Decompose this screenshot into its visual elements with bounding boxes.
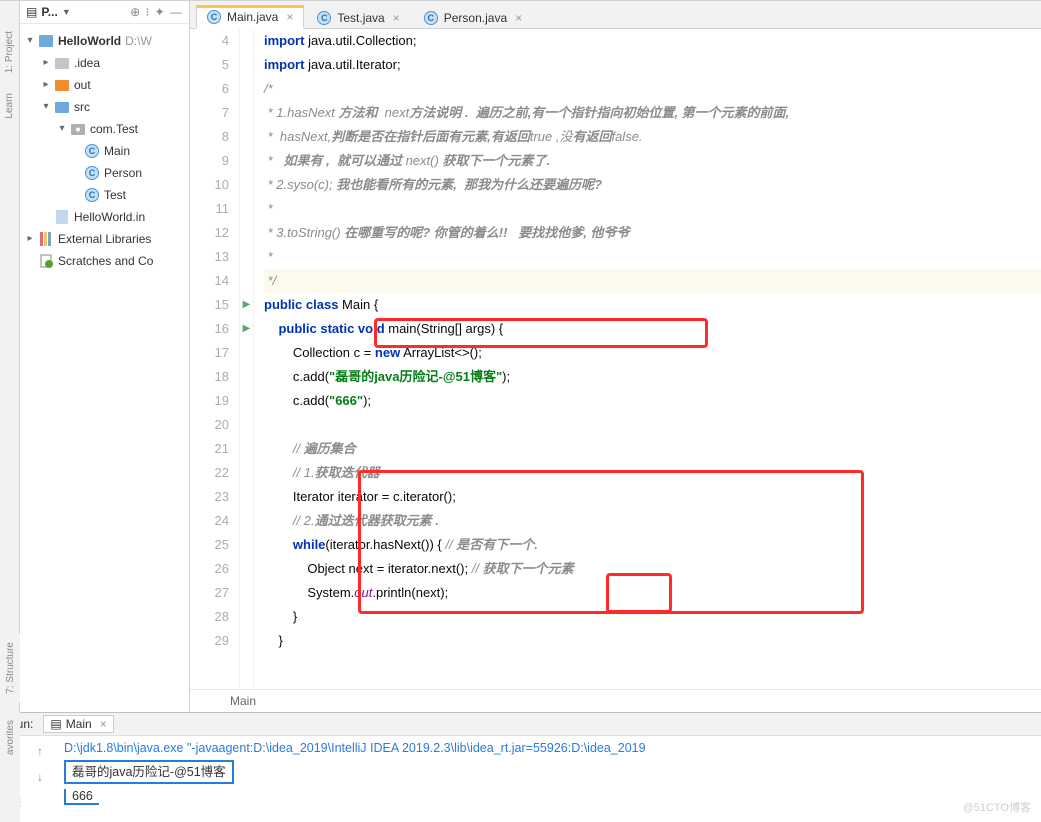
down-button[interactable]: ↓ — [28, 766, 52, 788]
module-name: HelloWorld — [58, 30, 121, 52]
watermark: @51CTO博客 — [963, 798, 1031, 818]
package-icon — [70, 121, 86, 137]
code-content[interactable]: import java.util.Collection;import java.… — [254, 29, 1041, 689]
class-icon: C — [424, 11, 438, 25]
output-line: 666 — [64, 789, 99, 805]
module-icon — [38, 33, 54, 49]
class-icon: C — [207, 10, 221, 24]
tree-item[interactable]: ▸ External Libraries — [24, 228, 189, 250]
tree-item[interactable]: C Person — [24, 162, 189, 184]
project-tree[interactable]: ▾ HelloWorld D:\W ▸ .idea ▸ out ▾ src — [20, 24, 189, 278]
scratches-icon — [38, 253, 54, 269]
tab-label: Main.java — [227, 10, 278, 24]
run-command: D:\jdk1.8\bin\java.exe "-javaagent:D:\id… — [64, 738, 1033, 758]
tree-label: HelloWorld.in — [74, 206, 145, 228]
tab-test-java[interactable]: C Test.java × — [306, 6, 410, 29]
editor-tabs: C Main.java × C Test.java × C Person.jav… — [190, 1, 1041, 29]
run-config-name: Main — [66, 717, 92, 731]
tree-root[interactable]: ▾ HelloWorld D:\W — [24, 30, 189, 52]
tab-label: Person.java — [444, 11, 507, 25]
tree-item[interactable]: ▾ com.Test — [24, 118, 189, 140]
tree-item[interactable]: ▸ out — [24, 74, 189, 96]
tree-label: Person — [104, 162, 142, 184]
up-button[interactable]: ↑ — [28, 740, 52, 762]
run-config[interactable]: ▤ Main × — [43, 715, 113, 733]
project-combo-label: P... — [41, 5, 57, 19]
output-line: 磊哥的java历险记-@51博客 — [64, 760, 234, 784]
tree-item[interactable]: ▾ src — [24, 96, 189, 118]
tab-label: Test.java — [337, 11, 384, 25]
chevron-right-icon[interactable]: ▸ — [40, 52, 52, 74]
chevron-down-icon[interactable]: ▾ — [40, 96, 52, 118]
run-tool-window: Run: ▤ Main × ▶ ↑ ■ ↓ ☰ D:\jdk1.8\bin\ja… — [0, 712, 1041, 822]
tool-strip-left: 1: Project Learn — [0, 1, 20, 712]
project-combo-icon: ▤ — [26, 5, 37, 19]
class-icon: C — [84, 187, 100, 203]
class-icon: C — [317, 11, 331, 25]
chevron-down-icon[interactable]: ▼ — [62, 7, 71, 17]
tree-item[interactable]: ▸ .idea — [24, 52, 189, 74]
tree-label: Test — [104, 184, 126, 206]
close-icon[interactable]: × — [393, 11, 400, 25]
editor-breadcrumb[interactable]: Main — [190, 689, 1041, 712]
tree-label: Main — [104, 140, 130, 162]
tab-person-java[interactable]: C Person.java × — [413, 6, 533, 29]
tab-learn[interactable]: Learn — [4, 93, 15, 119]
code-editor[interactable]: 4567891011121314151617181920212223242526… — [190, 29, 1041, 689]
tree-item[interactable]: Scratches and Co — [24, 250, 189, 272]
close-icon[interactable]: × — [515, 11, 522, 25]
tree-item[interactable]: C Test — [24, 184, 189, 206]
tab-main-java[interactable]: C Main.java × — [196, 5, 304, 29]
folder-icon — [54, 55, 70, 71]
module-path: D:\W — [125, 30, 152, 52]
chevron-down-icon[interactable]: ▾ — [24, 30, 36, 52]
tree-item[interactable]: HelloWorld.in — [24, 206, 189, 228]
close-icon[interactable]: × — [100, 717, 107, 731]
class-icon: C — [84, 165, 100, 181]
class-icon: C — [84, 143, 100, 159]
tree-label: .idea — [74, 52, 100, 74]
close-icon[interactable]: × — [286, 10, 293, 24]
iml-icon — [54, 209, 70, 225]
tree-label: External Libraries — [58, 228, 151, 250]
run-gutter[interactable]: ▶▶ — [240, 29, 254, 689]
line-number-gutter: 4567891011121314151617181920212223242526… — [190, 29, 240, 689]
project-toolbar[interactable]: ⊕ ⁝ ✦ — — [130, 5, 183, 19]
tree-label: Scratches and Co — [58, 250, 153, 272]
tab-project[interactable]: 1: Project — [4, 31, 15, 73]
tree-label: src — [74, 96, 90, 118]
editor-area: C Main.java × C Test.java × C Person.jav… — [190, 1, 1041, 712]
chevron-right-icon[interactable]: ▸ — [24, 228, 36, 250]
folder-icon — [54, 77, 70, 93]
chevron-right-icon[interactable]: ▸ — [40, 74, 52, 96]
run-console[interactable]: D:\jdk1.8\bin\java.exe "-javaagent:D:\id… — [56, 736, 1041, 822]
tree-label: out — [74, 74, 91, 96]
project-tool-window: ▤ P... ▼ ⊕ ⁝ ✦ — ▾ HelloWorld D:\W ▸ .id… — [20, 1, 190, 712]
tab-structure[interactable]: 7: Structure — [5, 642, 16, 694]
libraries-icon — [38, 231, 54, 247]
project-header[interactable]: ▤ P... ▼ ⊕ ⁝ ✦ — — [20, 1, 189, 24]
chevron-down-icon[interactable]: ▾ — [56, 118, 68, 140]
tree-label: com.Test — [90, 118, 138, 140]
source-folder-icon — [54, 99, 70, 115]
tree-item[interactable]: C Main — [24, 140, 189, 162]
tab-favorites[interactable]: avorites — [5, 720, 16, 755]
run-config-icon: ▤ — [50, 717, 61, 731]
